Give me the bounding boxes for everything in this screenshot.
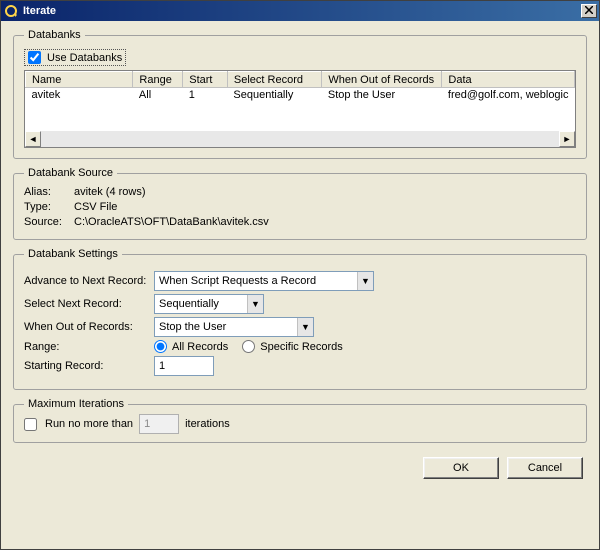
dialog-buttons: OK Cancel [13,451,587,479]
range-specific-option[interactable]: Specific Records [242,340,343,353]
iterations-value: 1 [144,418,150,430]
advance-value: When Script Requests a Record [159,275,322,287]
maximum-iterations-group: Maximum Iterations Run no more than 1 it… [13,398,587,443]
col-data[interactable]: Data [442,72,575,88]
iterations-suffix: iterations [185,418,230,430]
run-no-more-checkbox[interactable] [24,418,37,431]
horizontal-scrollbar[interactable]: ◄ ► [25,131,575,147]
cell-when-out: Stop the User [322,88,442,103]
table-header-row: Name Range Start Select Record When Out … [26,72,575,88]
type-value: CSV File [74,201,576,213]
use-databanks-row[interactable]: Use Databanks [24,49,126,66]
range-all-label: All Records [172,341,228,353]
app-icon [3,3,19,19]
range-specific-label: Specific Records [260,341,343,353]
client-area: Databanks Use Databanks Name Range Start… [1,21,599,549]
chevron-down-icon: ▼ [297,318,313,336]
table-empty-area [25,102,575,131]
ok-button[interactable]: OK [423,457,499,479]
cancel-label: Cancel [528,462,562,474]
advance-label: Advance to Next Record: [24,275,154,287]
scroll-track[interactable] [41,131,559,147]
chevron-down-icon: ▼ [247,295,263,313]
starting-record-input[interactable]: 1 [154,356,214,376]
chevron-right-icon: ► [563,134,572,144]
iterations-input: 1 [139,414,179,434]
starting-record-label: Starting Record: [24,360,154,372]
window-title: Iterate [23,5,581,17]
close-icon [585,6,593,17]
chevron-down-icon: ▼ [357,272,373,290]
close-button[interactable] [581,4,597,18]
table-row[interactable]: avitek All 1 Sequentially Stop the User … [26,88,575,103]
cell-range: All [133,88,183,103]
alias-value: avitek (4 rows) [74,186,576,198]
databanks-legend: Databanks [24,29,85,41]
cell-name: avitek [26,88,133,103]
col-select-record[interactable]: Select Record [227,72,322,88]
when-out-value: Stop the User [159,321,232,333]
col-range[interactable]: Range [133,72,183,88]
databank-source-group: Databank Source Alias: avitek (4 rows) T… [13,167,587,240]
when-out-label: When Out of Records: [24,321,154,333]
use-databanks-checkbox[interactable] [28,51,41,64]
cancel-button[interactable]: Cancel [507,457,583,479]
starting-record-value: 1 [159,360,165,372]
col-when-out[interactable]: When Out of Records [322,72,442,88]
type-label: Type: [24,201,74,213]
col-name[interactable]: Name [26,72,133,88]
titlebar: Iterate [1,1,599,21]
scroll-left-button[interactable]: ◄ [25,131,41,147]
source-value: C:\OracleATS\OFT\DataBank\avitek.csv [74,216,576,228]
advance-to-next-select[interactable]: When Script Requests a Record ▼ [154,271,374,291]
ok-label: OK [453,462,469,474]
maximum-iterations-legend: Maximum Iterations [24,398,128,410]
run-no-more-label: Run no more than [45,418,133,430]
when-out-select[interactable]: Stop the User ▼ [154,317,314,337]
iterate-dialog: Iterate Databanks Use Databanks Name Ran… [0,0,600,550]
databanks-table[interactable]: Name Range Start Select Record When Out … [24,70,576,148]
cell-data: fred@golf.com, weblogic [442,88,575,103]
select-next-value: Sequentially [159,298,225,310]
scroll-right-button[interactable]: ► [559,131,575,147]
range-radio-group: All Records Specific Records [154,340,343,353]
range-all-option[interactable]: All Records [154,340,228,353]
range-specific-radio[interactable] [242,340,255,353]
source-label: Source: [24,216,74,228]
col-start[interactable]: Start [183,72,228,88]
databank-source-legend: Databank Source [24,167,117,179]
use-databanks-label: Use Databanks [47,52,122,64]
chevron-left-icon: ◄ [29,134,38,144]
select-next-record-select[interactable]: Sequentially ▼ [154,294,264,314]
cell-start: 1 [183,88,228,103]
cell-select-record: Sequentially [227,88,322,103]
databanks-group: Databanks Use Databanks Name Range Start… [13,29,587,159]
range-all-radio[interactable] [154,340,167,353]
databank-settings-group: Databank Settings Advance to Next Record… [13,248,587,390]
range-label: Range: [24,341,154,353]
alias-label: Alias: [24,186,74,198]
select-next-label: Select Next Record: [24,298,154,310]
databank-settings-legend: Databank Settings [24,248,122,260]
